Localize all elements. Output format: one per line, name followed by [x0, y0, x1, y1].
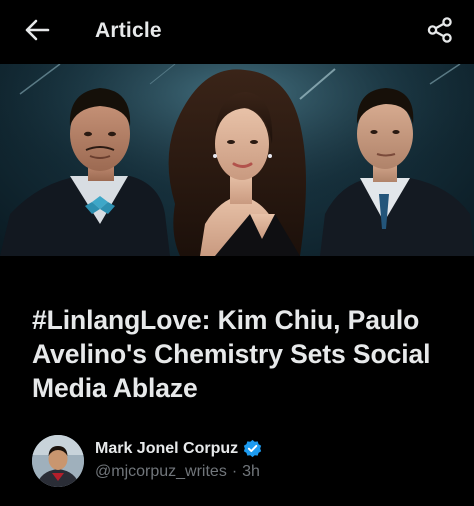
arrow-left-icon: [25, 19, 50, 41]
avatar-image: [32, 435, 84, 487]
page-title: Article: [95, 19, 162, 42]
share-icon: [427, 17, 452, 43]
author-meta: @mjcorpuz_writes · 3h: [95, 463, 260, 481]
article-headline: #LinlangLove: Kim Chiu, Paulo Avelino's …: [32, 305, 431, 403]
verified-badge-icon: [243, 439, 262, 458]
hero-illustration: [0, 64, 474, 256]
top-bar: Article: [0, 0, 474, 62]
meta-separator: ·: [231, 463, 238, 480]
share-button[interactable]: [424, 14, 456, 46]
avatar[interactable]: [32, 435, 84, 487]
post-time: 3h: [242, 463, 260, 480]
back-button[interactable]: [20, 15, 54, 45]
author-name[interactable]: Mark Jonel Corpuz: [95, 440, 238, 458]
article-hero-image[interactable]: [0, 64, 474, 256]
author-name-row: Mark Jonel Corpuz: [95, 439, 262, 458]
author-row: Mark Jonel Corpuz @mjcorpuz_writes · 3h: [32, 433, 452, 489]
author-handle[interactable]: @mjcorpuz_writes: [95, 463, 227, 480]
